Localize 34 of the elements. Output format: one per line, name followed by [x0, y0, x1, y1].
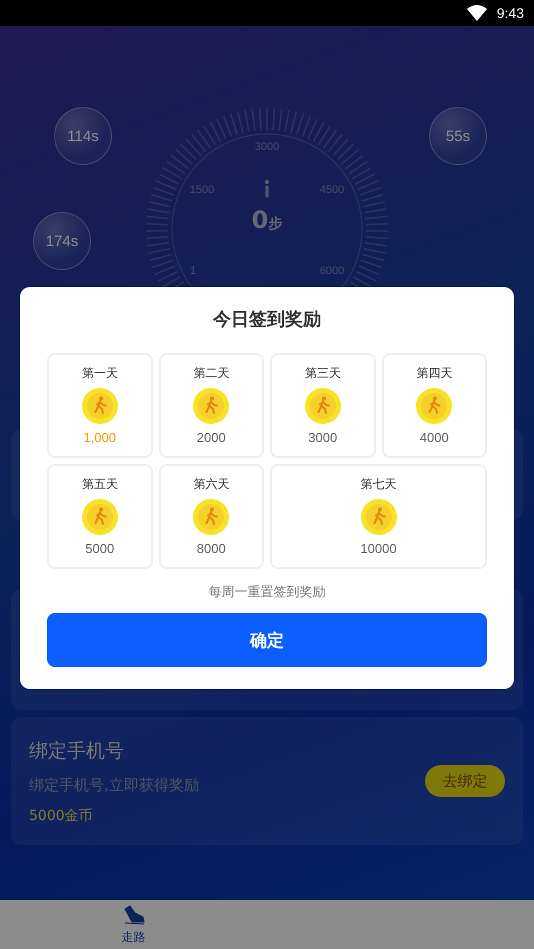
reward-amount: 10000: [360, 541, 397, 556]
task-reward: 5000金币: [29, 806, 94, 824]
coin-icon: [416, 388, 452, 424]
nav-tab[interactable]: 走路: [0, 900, 267, 949]
day-label: 第二天: [193, 365, 230, 382]
step-count: 0步: [252, 206, 282, 234]
reward-amount: 2000: [196, 430, 226, 445]
coin-icon: [82, 388, 118, 424]
day-label: 第一天: [82, 365, 118, 382]
reward-amount: 1,000: [83, 430, 116, 445]
reward-amount: 5000: [85, 541, 114, 556]
day-label: 第四天: [416, 365, 452, 382]
dialog-title: 今日签到奖励: [212, 308, 322, 331]
reward-amount: 3000: [308, 430, 338, 445]
shoe-icon: [122, 903, 146, 927]
task-title: 绑定手机号: [29, 738, 125, 764]
reset-note: 每周一重置签到奖励: [208, 584, 326, 601]
coin-icon: [193, 499, 230, 535]
coin-icon: [82, 499, 118, 535]
coin-icon: [360, 499, 396, 535]
day-label: 第五天: [82, 476, 118, 493]
bind-button[interactable]: 去绑定: [425, 765, 505, 797]
reward-amount: 4000: [420, 430, 449, 445]
reward-amount: 8000: [196, 541, 226, 556]
day-label: 第七天: [360, 476, 396, 493]
clock: 9:43: [496, 5, 524, 21]
day-label: 第六天: [193, 476, 230, 493]
task-description: 绑定手机号,立即获得奖励: [29, 776, 199, 794]
coin-icon: [304, 388, 341, 424]
day-label: 第三天: [304, 365, 341, 382]
walker-icon: [264, 180, 270, 198]
wifi-icon: [466, 5, 487, 21]
coin-icon: [193, 388, 230, 424]
confirm-button[interactable]: 确定: [47, 613, 487, 667]
